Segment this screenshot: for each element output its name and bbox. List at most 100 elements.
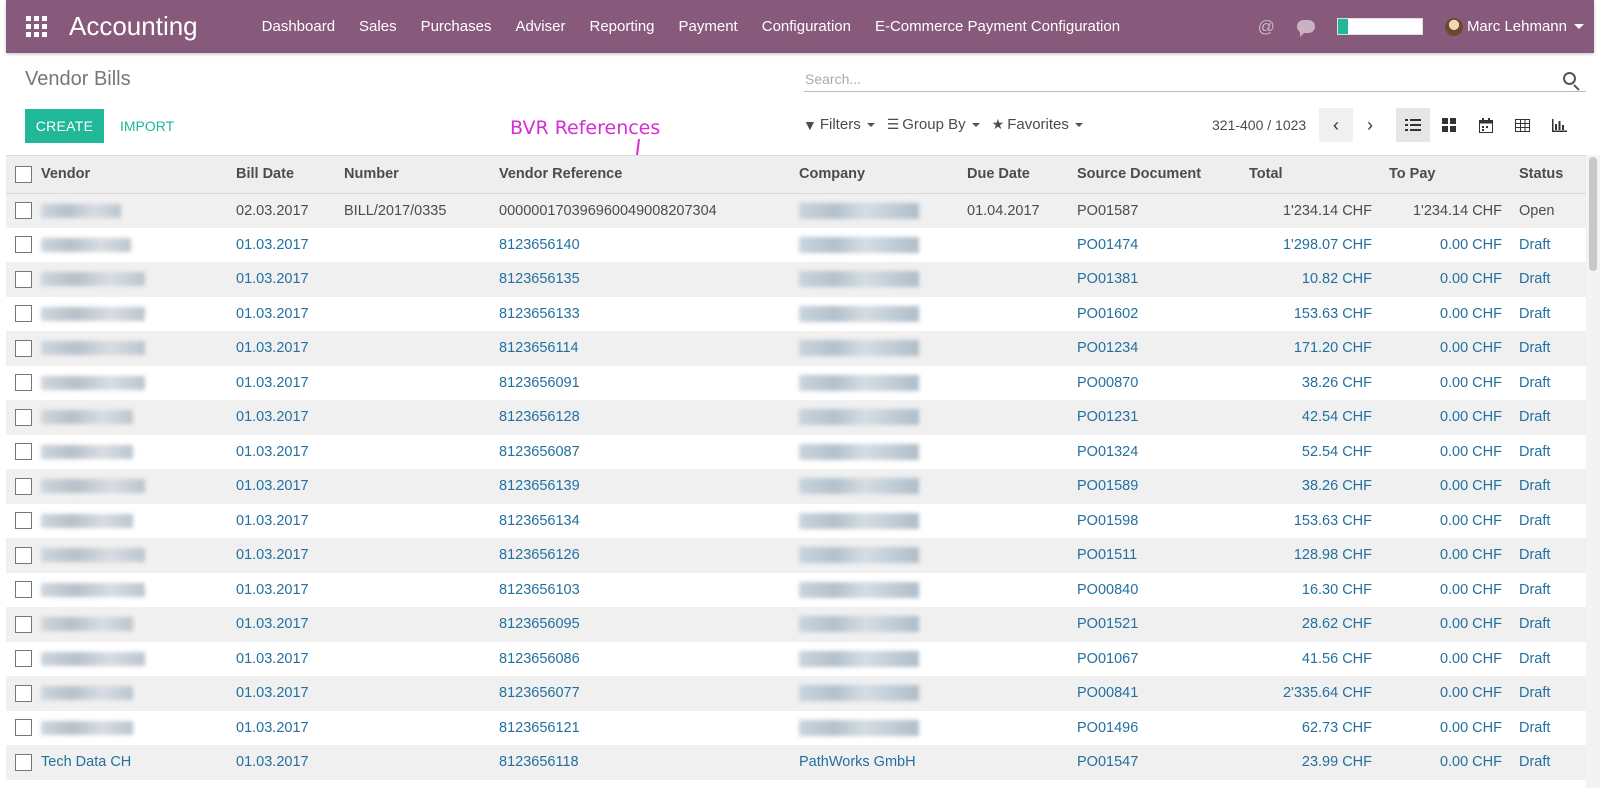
table-row[interactable]: 01.03.2017 8123656091 PO00870 38.26 CHF 0.00… <box>6 365 1586 401</box>
cell-vendor-reference: 8123656140 <box>499 236 580 253</box>
cell-bill-date: 01.03.2017 <box>236 754 309 771</box>
column-header-total[interactable]: Total <box>1244 156 1384 194</box>
row-checkbox[interactable] <box>15 512 32 530</box>
table-row[interactable]: 02.03.2017 BILL/2017/0335 0000001703969600… <box>6 193 1586 228</box>
table-row[interactable]: 01.03.2017 8123656121 PO01496 62.73 CHF 0.00… <box>6 710 1586 746</box>
table-row[interactable]: 01.03.2017 8123656140 PO01474 1'298.07 CHF 0… <box>6 227 1586 263</box>
table-row[interactable]: 01.03.2017 8123656126 PO01511 128.98 CHF 0.0… <box>6 538 1586 573</box>
redacted-vendor <box>41 686 133 701</box>
pager-value[interactable]: 321-400 / 1023 <box>1212 117 1306 133</box>
calendar-view-button[interactable] <box>1469 108 1503 142</box>
list-view-button[interactable] <box>1396 108 1430 142</box>
kanban-view-button[interactable] <box>1432 108 1466 142</box>
cell-total: 62.73 CHF <box>1301 719 1372 736</box>
vertical-scrollbar[interactable] <box>1586 155 1600 788</box>
cell-vendor <box>36 366 231 401</box>
row-checkbox[interactable] <box>15 374 32 392</box>
table-row[interactable]: 01.03.2017 8123656077 PO00841 2'335.64 CHF 0… <box>6 676 1586 711</box>
table-row[interactable]: 01.03.2017 8123656135 PO01381 10.82 CHF 0.00… <box>6 262 1586 297</box>
menu-dashboard[interactable]: Dashboard <box>250 0 347 53</box>
row-checkbox[interactable] <box>15 408 32 426</box>
row-checkbox-cell <box>6 193 36 228</box>
filters-dropdown[interactable]: ▼ Filters <box>803 116 875 133</box>
cell-company <box>794 262 962 297</box>
cell-total: 1'234.14 CHF <box>1282 202 1372 219</box>
groupby-dropdown[interactable]: ☰ Group By <box>887 116 980 133</box>
cell-status: Draft <box>1519 443 1551 460</box>
row-checkbox[interactable] <box>15 477 32 495</box>
cell-status: Draft <box>1519 409 1551 426</box>
table-row[interactable]: 01.03.2017 8123656133 PO01602 153.63 CHF 0.0… <box>6 296 1586 332</box>
menu-payment[interactable]: Payment <box>667 0 750 53</box>
graph-view-button[interactable] <box>1542 108 1576 142</box>
apps-grid-icon[interactable] <box>25 16 47 38</box>
pivot-view-button[interactable] <box>1505 108 1539 142</box>
cell-bill-date: 01.03.2017 <box>236 581 309 598</box>
table-row[interactable]: Tech Data CH 01.03.2017 8123656118 PathWork… <box>6 745 1586 780</box>
table-row[interactable]: 01.03.2017 8123656114 PO01234 171.20 CHF 0.0… <box>6 331 1586 366</box>
search-input[interactable] <box>804 66 1586 92</box>
table-row[interactable]: 01.03.2017 8123656128 PO01231 42.54 CHF 0.00… <box>6 400 1586 435</box>
chevron-down-icon <box>1074 122 1083 127</box>
row-checkbox[interactable] <box>15 684 32 702</box>
table-row[interactable]: 01.03.2017 8123656134 PO01598 153.63 CHF 0.0… <box>6 503 1586 538</box>
table-row[interactable]: 01.03.2017 8123656087 PO01324 52.54 CHF 0.00… <box>6 434 1586 469</box>
menu-purchases[interactable]: Purchases <box>409 0 504 53</box>
menu-ecommerce-payment-configuration[interactable]: E-Commerce Payment Configuration <box>863 0 1132 53</box>
row-checkbox[interactable] <box>15 202 32 219</box>
cell-status: Draft <box>1519 236 1551 253</box>
row-checkbox[interactable] <box>15 719 32 737</box>
table-row[interactable]: 01.03.2017 8123656086 PO01067 41.56 CHF 0.00… <box>6 641 1586 677</box>
cell-vendor-reference: 8123656087 <box>499 443 580 460</box>
column-header-vendor-reference[interactable]: Vendor Reference <box>494 156 794 194</box>
table-row[interactable]: 01.03.2017 8123656095 PO01521 28.62 CHF 0.00… <box>6 607 1586 642</box>
row-checkbox[interactable] <box>15 339 32 357</box>
menu-adviser[interactable]: Adviser <box>503 0 577 53</box>
cell-due-date <box>962 676 1072 711</box>
row-checkbox[interactable] <box>15 305 32 323</box>
import-button[interactable]: IMPORT <box>112 109 182 143</box>
row-checkbox[interactable] <box>15 581 32 599</box>
mention-icon[interactable]: @ <box>1258 17 1275 37</box>
table-row[interactable]: 01.03.2017 8123656103 PO00840 16.30 CHF 0.00… <box>6 572 1586 607</box>
favorites-dropdown[interactable]: ★ Favorites <box>992 116 1083 133</box>
row-checkbox[interactable] <box>15 650 32 668</box>
chat-icon[interactable] <box>1296 20 1315 37</box>
pager-next-button[interactable]: › <box>1353 108 1387 142</box>
cell-number <box>339 745 494 780</box>
row-checkbox[interactable] <box>15 270 32 288</box>
column-header-due-date[interactable]: Due Date <box>962 156 1072 194</box>
column-header-company[interactable]: Company <box>794 156 962 194</box>
row-checkbox[interactable] <box>15 546 32 564</box>
create-button[interactable]: CREATE <box>25 109 104 143</box>
menu-sales[interactable]: Sales <box>347 0 409 53</box>
row-checkbox[interactable] <box>15 236 32 254</box>
select-all-checkbox[interactable] <box>15 165 32 183</box>
cell-company <box>794 193 962 228</box>
cell-vendor <box>36 642 231 677</box>
column-header-bill-date[interactable]: Bill Date <box>231 156 339 194</box>
column-header-status[interactable]: Status <box>1514 156 1586 194</box>
cell-company <box>794 366 962 401</box>
pager-previous-button[interactable]: ‹ <box>1319 108 1353 142</box>
column-header-source-document[interactable]: Source Document <box>1072 156 1244 194</box>
cell-company: PathWorks GmbH <box>799 754 916 771</box>
cell-company <box>794 711 962 746</box>
table-row[interactable]: 01.03.2017 8123656139 PO01589 38.26 CHF 0.00… <box>6 469 1586 504</box>
cell-to-pay: 0.00 CHF <box>1439 512 1502 529</box>
scrollbar-thumb[interactable] <box>1589 157 1597 271</box>
row-checkbox[interactable] <box>15 753 32 771</box>
search-icon[interactable] <box>1563 72 1581 91</box>
row-checkbox-cell <box>6 711 36 746</box>
user-menu[interactable]: Marc Lehmann <box>1444 17 1584 36</box>
menu-reporting[interactable]: Reporting <box>577 0 666 53</box>
column-header-to-pay[interactable]: To Pay <box>1384 156 1514 194</box>
cell-company <box>794 297 962 332</box>
row-checkbox[interactable] <box>15 615 32 633</box>
column-header-vendor[interactable]: Vendor <box>36 156 231 194</box>
row-checkbox[interactable] <box>15 443 32 461</box>
menu-configuration[interactable]: Configuration <box>750 0 863 53</box>
cell-due-date <box>962 228 1072 263</box>
row-checkbox-cell <box>6 469 36 504</box>
column-header-number[interactable]: Number <box>339 156 494 194</box>
